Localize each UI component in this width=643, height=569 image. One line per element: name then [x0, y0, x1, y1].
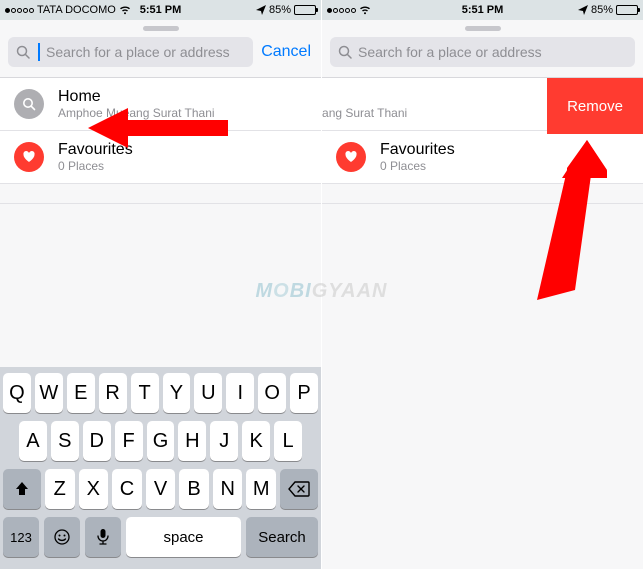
heart-icon [14, 142, 44, 172]
keyboard-row-3: Z X C V B N M [3, 469, 318, 509]
key[interactable]: A [19, 421, 47, 461]
keyboard[interactable]: Q W E R T Y U I O P A S D F G H J K L Z [0, 367, 321, 569]
search-input[interactable] [46, 44, 245, 60]
key[interactable]: B [179, 469, 209, 509]
key[interactable]: C [112, 469, 142, 509]
key[interactable]: J [210, 421, 238, 461]
key[interactable]: P [290, 373, 318, 413]
emoji-key[interactable] [44, 517, 80, 557]
sheet-handle[interactable] [465, 26, 501, 31]
key[interactable]: O [258, 373, 286, 413]
wifi-icon [119, 5, 131, 15]
row-subtitle: oe Mueang Surat Thani [322, 106, 407, 120]
carrier-label: TATA DOCOMO [37, 4, 116, 16]
key[interactable]: U [194, 373, 222, 413]
results-list: Home Amphoe Mueang Surat Thani Favourite… [0, 78, 321, 184]
keyboard-row-1: Q W E R T Y U I O P [3, 373, 318, 413]
key[interactable]: M [246, 469, 276, 509]
search-input[interactable] [358, 44, 627, 60]
status-left [327, 5, 371, 15]
key[interactable]: K [242, 421, 270, 461]
phone-right: 5:51 PM 85% ne [322, 0, 643, 569]
phone-left: TATA DOCOMO 5:51 PM 85% [0, 0, 321, 569]
list-row-home[interactable]: Home Amphoe Mueang Surat Thani [0, 78, 321, 131]
key[interactable]: H [178, 421, 206, 461]
backspace-key[interactable] [280, 469, 318, 509]
location-arrow-icon [578, 5, 588, 15]
list-row-favourites[interactable]: Favourites 0 Places [322, 131, 643, 184]
key[interactable]: I [226, 373, 254, 413]
battery-icon [294, 5, 316, 15]
cancel-button[interactable]: Cancel [261, 43, 313, 61]
search-row [322, 37, 643, 78]
key[interactable]: F [115, 421, 143, 461]
blank-area [322, 204, 643, 569]
wifi-icon [359, 5, 371, 15]
location-arrow-icon [256, 5, 266, 15]
numbers-key[interactable]: 123 [3, 517, 39, 557]
search-icon [16, 45, 30, 59]
list-footer [0, 184, 321, 204]
mic-key[interactable] [85, 517, 121, 557]
search-field[interactable] [8, 37, 253, 67]
text-cursor [38, 43, 40, 61]
keyboard-row-2: A S D F G H J K L [3, 421, 318, 461]
search-row: Cancel [0, 37, 321, 78]
battery-percent: 85% [591, 4, 613, 16]
status-right: 85% [578, 4, 638, 16]
status-bar: TATA DOCOMO 5:51 PM 85% [0, 0, 321, 20]
space-key[interactable]: space [126, 517, 241, 557]
search-sheet: ne oe Mueang Surat Thani Favourites 0 Pl… [322, 20, 643, 569]
key[interactable]: Z [45, 469, 75, 509]
key[interactable]: Q [3, 373, 31, 413]
row-subtitle: 0 Places [58, 159, 133, 173]
row-subtitle: Amphoe Mueang Surat Thani [58, 106, 215, 120]
key[interactable]: V [146, 469, 176, 509]
key[interactable]: Y [163, 373, 191, 413]
remove-label: Remove [567, 98, 623, 115]
signal-dots [5, 8, 34, 13]
search-icon [338, 45, 352, 59]
shift-key[interactable] [3, 469, 41, 509]
key[interactable]: D [83, 421, 111, 461]
battery-percent: 85% [269, 4, 291, 16]
key[interactable]: N [213, 469, 243, 509]
row-title: Home [58, 88, 215, 106]
keyboard-row-4: 123 space Search [3, 517, 318, 557]
sheet-handle[interactable] [143, 26, 179, 31]
status-bar: 5:51 PM 85% [322, 0, 643, 20]
search-key[interactable]: Search [246, 517, 318, 557]
key[interactable]: G [147, 421, 175, 461]
remove-button[interactable]: Remove [547, 78, 643, 134]
signal-dots [327, 8, 356, 13]
heart-icon [336, 142, 366, 172]
status-left: TATA DOCOMO [5, 4, 131, 16]
list-row-favourites[interactable]: Favourites 0 Places [0, 131, 321, 184]
row-title: Favourites [380, 141, 455, 159]
key[interactable]: L [274, 421, 302, 461]
search-field[interactable] [330, 37, 635, 67]
key[interactable]: E [67, 373, 95, 413]
key[interactable]: S [51, 421, 79, 461]
row-title: Favourites [58, 141, 133, 159]
key[interactable]: T [131, 373, 159, 413]
row-subtitle: 0 Places [380, 159, 455, 173]
battery-icon [616, 5, 638, 15]
key[interactable]: R [99, 373, 127, 413]
key[interactable]: X [79, 469, 109, 509]
status-right: 85% [256, 4, 316, 16]
row-title: ne [322, 88, 407, 106]
key[interactable]: W [35, 373, 63, 413]
recent-search-icon [14, 89, 44, 119]
list-footer [322, 184, 643, 204]
